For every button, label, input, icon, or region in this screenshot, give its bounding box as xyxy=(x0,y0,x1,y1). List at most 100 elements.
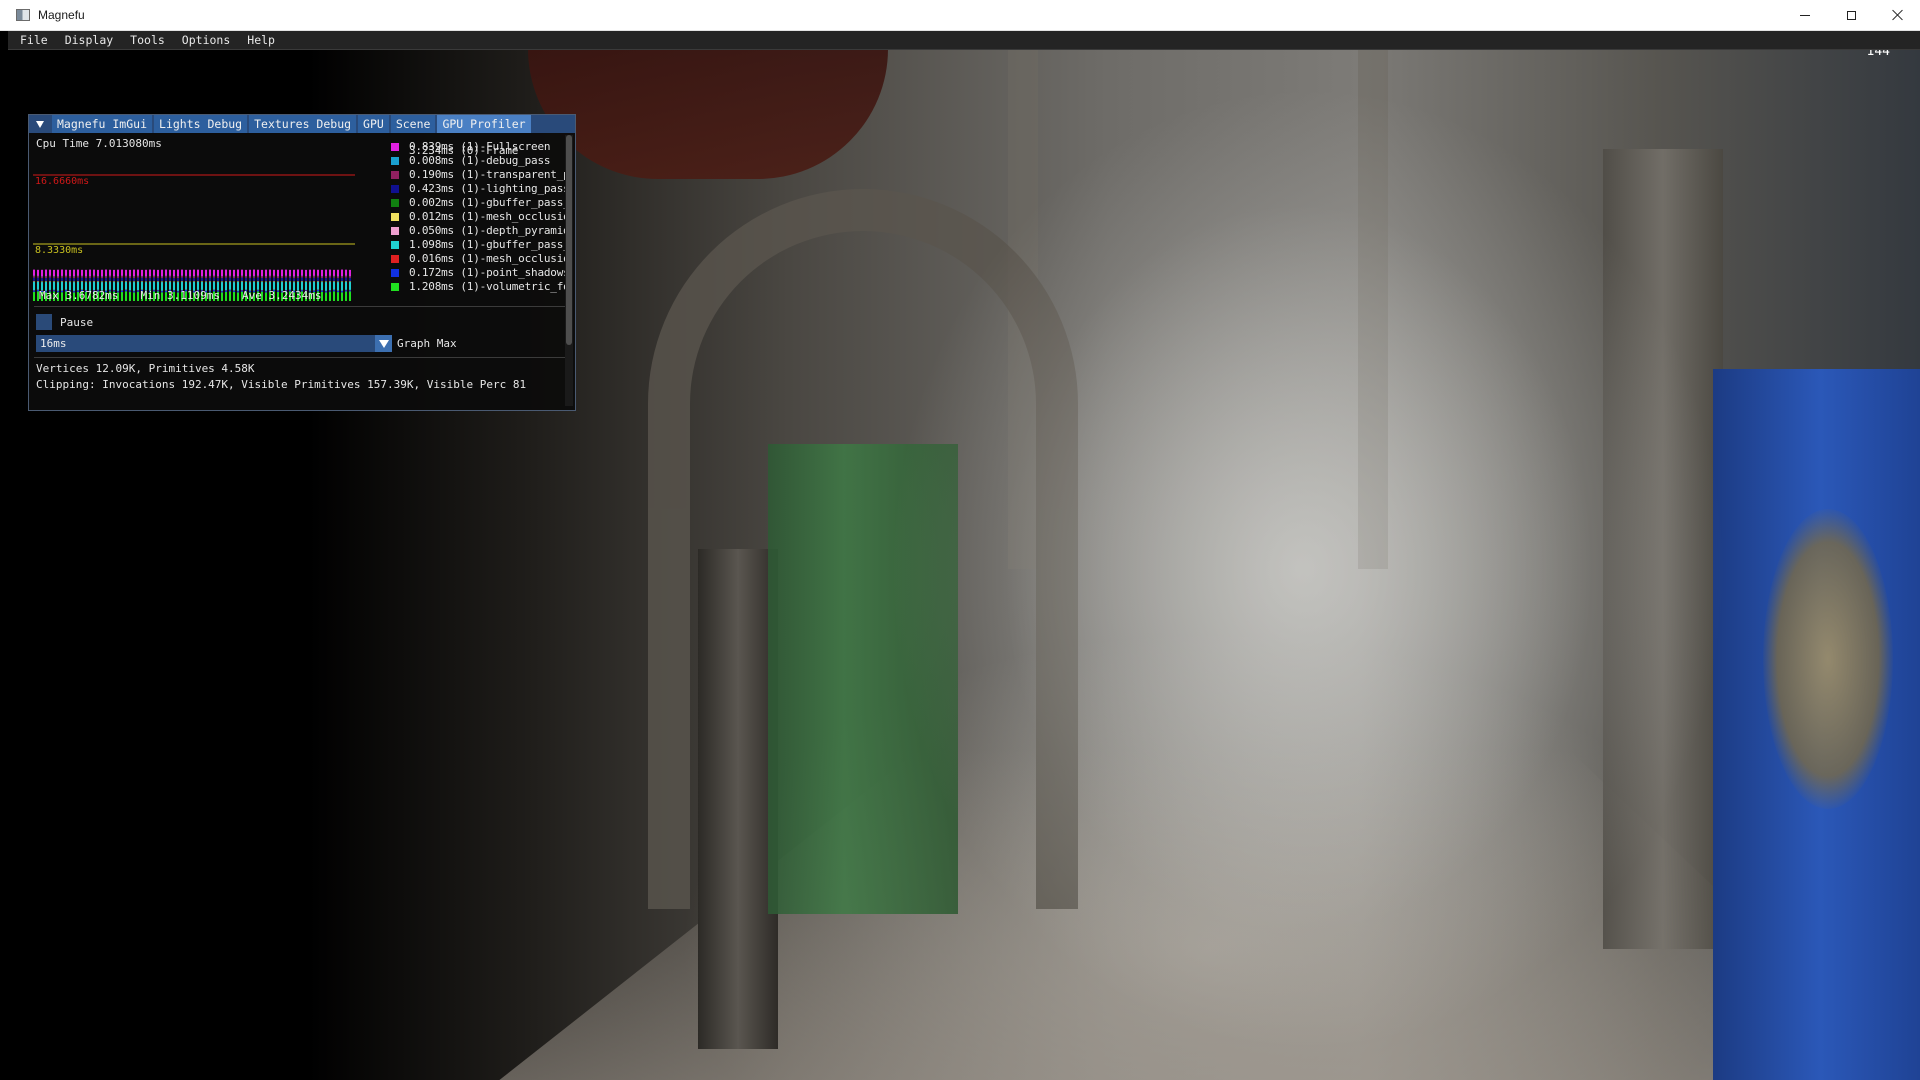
graph-bar-segment xyxy=(337,269,339,277)
graph-bar-segment xyxy=(285,269,287,276)
menu-tools[interactable]: Tools xyxy=(124,31,171,49)
graph-bar-segment xyxy=(309,269,311,277)
graph-bar-segment xyxy=(345,275,347,278)
graph-max-dropdown[interactable]: 16ms xyxy=(36,335,392,352)
graph-bar-segment xyxy=(113,277,115,282)
graph-bar-segment xyxy=(37,277,39,281)
graph-bar-segment xyxy=(249,276,251,279)
tab-textures-debug[interactable]: Textures Debug xyxy=(249,115,357,133)
graph-bar-segment xyxy=(161,278,163,282)
graph-bar-segment xyxy=(277,269,279,277)
imgui-debug-window[interactable]: Magnefu ImGui Lights Debug Textures Debu… xyxy=(28,114,576,411)
graph-bar-segment xyxy=(313,269,315,276)
tab-lights-debug[interactable]: Lights Debug xyxy=(154,115,248,133)
title-bar[interactable]: Magnefu xyxy=(0,0,1920,31)
graph-bar-segment xyxy=(33,277,35,281)
graph-bar-segment xyxy=(137,275,139,278)
stat-ave: Ave 3.2434ms xyxy=(241,289,322,302)
tab-scene[interactable]: Scene xyxy=(390,115,436,133)
graph-bar-segment xyxy=(277,276,279,279)
graph-bar-segment xyxy=(241,275,243,278)
graph-bar-segment xyxy=(197,275,199,278)
graph-bar-segment xyxy=(205,278,207,282)
graph-bar-segment xyxy=(169,276,171,278)
fps-counter: 144 xyxy=(1866,49,1890,59)
menu-display[interactable]: Display xyxy=(59,31,119,49)
graph-bar-segment xyxy=(265,278,267,282)
graph-bar-segment xyxy=(317,277,319,281)
graph-bar-segment xyxy=(169,277,171,281)
graph-max-line-label: 16.6660ms xyxy=(35,176,89,187)
graph-bar-segment xyxy=(145,276,147,279)
graph-bar-segment xyxy=(133,269,135,277)
graph-bar-segment xyxy=(257,277,259,281)
gpu-timing-graph: 16.6660ms 8.3330ms xyxy=(33,174,355,301)
legend-color-swatch xyxy=(391,212,399,221)
legend-color-swatch xyxy=(391,170,399,179)
legend-item: 0.190ms (1)-transparent_p xyxy=(391,168,570,181)
graph-bar-segment xyxy=(121,277,123,281)
graph-bar-segment xyxy=(269,269,271,276)
graph-bar-segment xyxy=(229,277,231,281)
graph-bar-segment xyxy=(213,269,215,276)
legend-label: 0.050ms (1)-depth_pyramid xyxy=(409,224,570,237)
graph-bar-segment xyxy=(93,277,95,281)
legend-color-swatch xyxy=(391,156,399,165)
menu-file[interactable]: File xyxy=(14,31,54,49)
tab-gpu[interactable]: GPU xyxy=(358,115,389,133)
graph-bar-segment xyxy=(289,277,291,281)
graph-bar-segment xyxy=(153,277,155,281)
graph-bar-segment xyxy=(289,276,291,278)
graph-bar-segment xyxy=(349,277,351,282)
stat-max: Max 3.6782ms xyxy=(39,289,119,302)
menu-help[interactable]: Help xyxy=(241,31,281,49)
graph-bar-segment xyxy=(65,276,67,278)
graph-bar-segment xyxy=(249,278,251,282)
legend-color-swatch xyxy=(391,254,399,263)
graph-bar-segment xyxy=(329,275,331,278)
collapse-triangle-icon[interactable] xyxy=(36,120,44,128)
graph-bar-segment xyxy=(241,269,243,276)
graph-bar-segment xyxy=(333,277,335,281)
chevron-down-icon xyxy=(378,339,389,348)
graph-bar-segment xyxy=(149,277,151,281)
graph-bar-segment xyxy=(81,277,83,281)
maximize-button[interactable] xyxy=(1828,0,1874,30)
graph-bar-segment xyxy=(141,277,143,281)
graph-bar-segment xyxy=(285,277,287,281)
graph-bar-segment xyxy=(133,276,135,278)
graph-bar-segment xyxy=(225,269,227,276)
pause-checkbox[interactable] xyxy=(36,314,52,330)
close-button[interactable] xyxy=(1874,0,1920,30)
graph-bar-segment xyxy=(77,277,79,281)
minimize-button[interactable] xyxy=(1782,0,1828,30)
profiler-scrollbar[interactable] xyxy=(565,135,573,406)
tab-magnefu-imgui[interactable]: Magnefu ImGui xyxy=(52,115,153,133)
graph-bar-segment xyxy=(201,276,203,278)
graph-bar-segment xyxy=(57,278,59,282)
graph-bar-segment xyxy=(281,277,283,282)
graph-max-dropdown-button[interactable] xyxy=(375,335,392,352)
legend-label: 0.423ms (1)-lighting_pass xyxy=(409,182,570,195)
tab-gpu-profiler[interactable]: GPU Profiler xyxy=(437,115,531,133)
graph-bar-segment xyxy=(265,276,267,279)
graph-bar-segment xyxy=(77,276,79,278)
graph-bar-segment xyxy=(45,269,47,277)
graph-bar-segment xyxy=(325,278,327,282)
scrollbar-thumb[interactable] xyxy=(566,135,572,345)
graph-bar-segment xyxy=(61,277,63,281)
legend-color-swatch xyxy=(391,198,399,207)
graph-bar-segment xyxy=(225,277,227,281)
graph-bar-segment xyxy=(53,277,55,281)
pause-label: Pause xyxy=(60,315,94,329)
graph-bar-segment xyxy=(245,277,247,281)
graph-bar-segment xyxy=(285,275,287,278)
graph-bar-segment xyxy=(73,276,75,279)
graph-bar-segment xyxy=(133,277,135,282)
graph-bar-segment xyxy=(337,278,339,282)
menu-options[interactable]: Options xyxy=(176,31,236,49)
graph-bar-segment xyxy=(233,276,235,279)
clipping-readout: Clipping: Invocations 192.47K, Visible P… xyxy=(36,378,527,391)
legend-label: 0.012ms (1)-mesh_occlusio xyxy=(409,210,570,223)
graph-bar-segment xyxy=(145,278,147,282)
